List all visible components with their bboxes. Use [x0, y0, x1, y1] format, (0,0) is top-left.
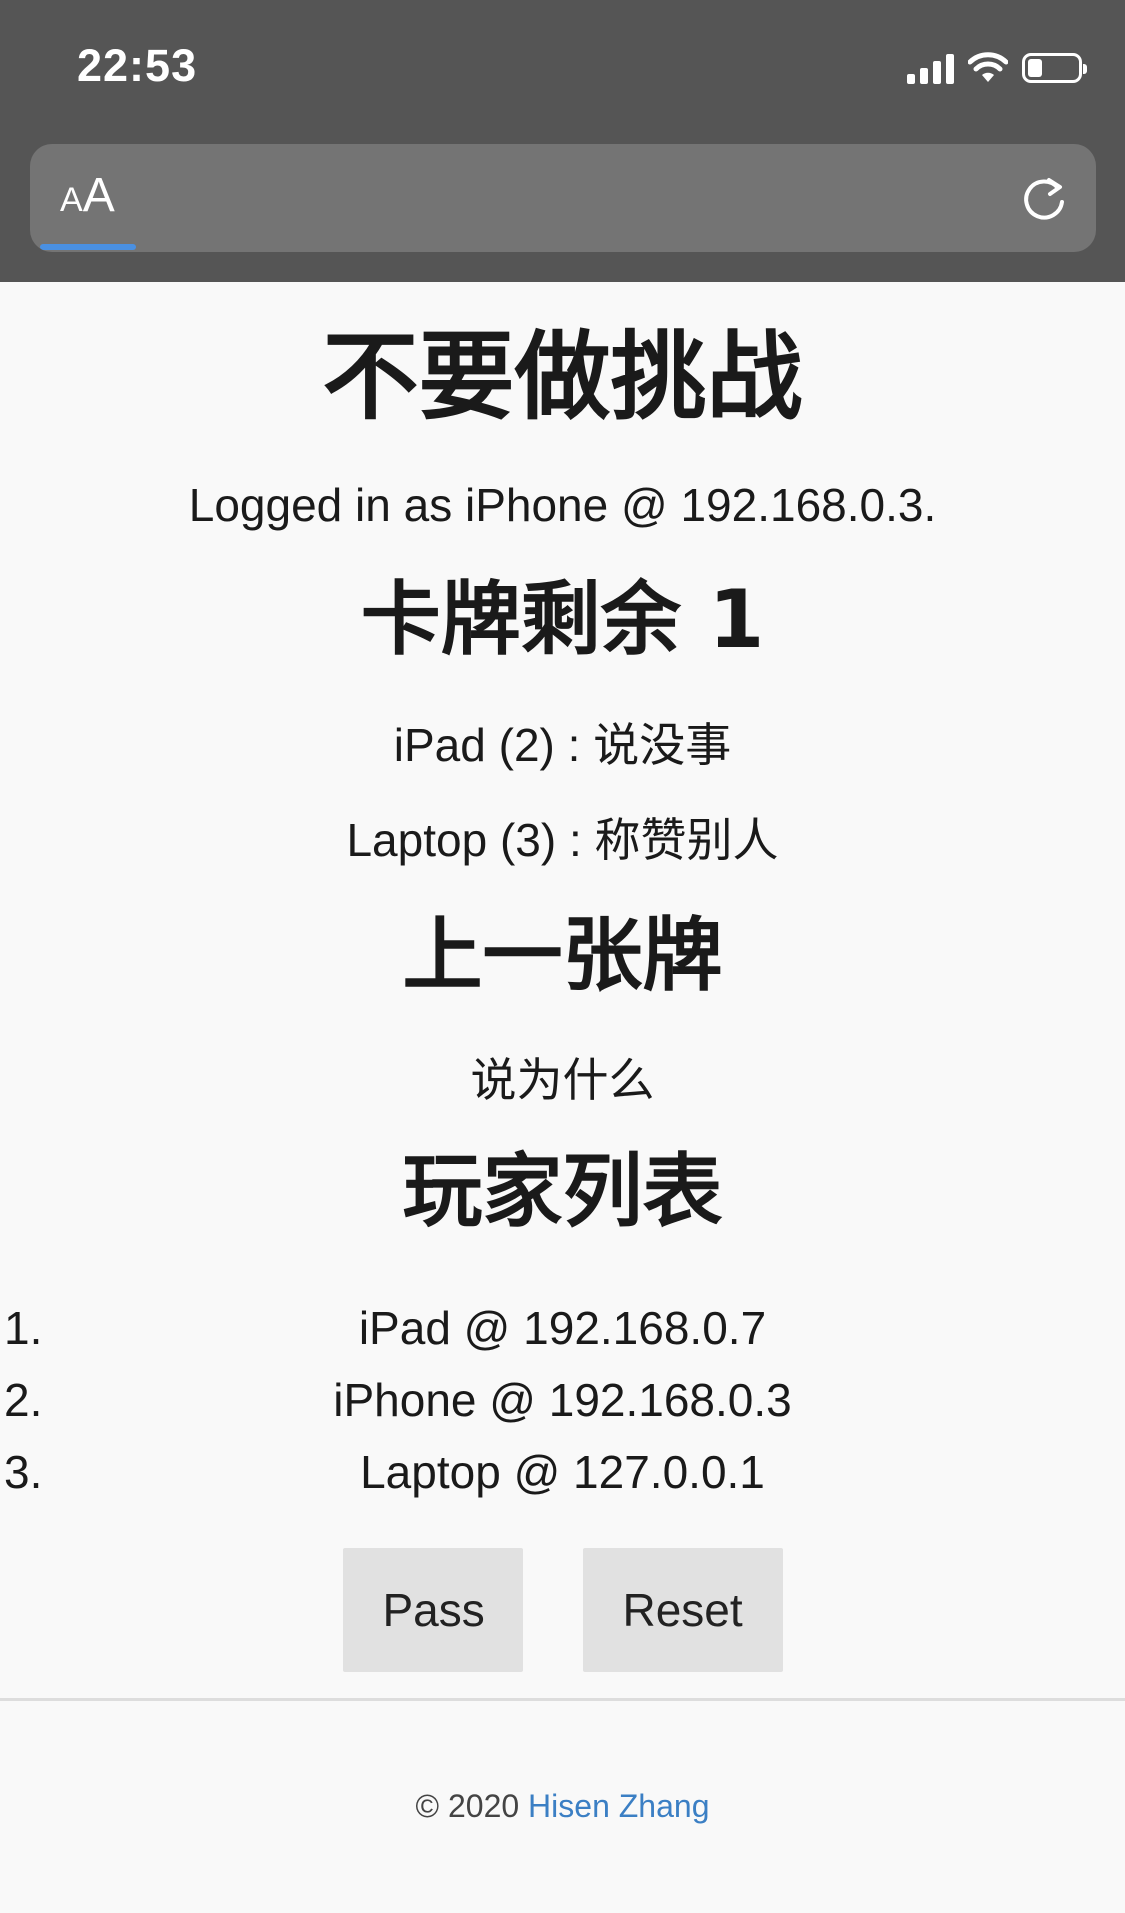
cards-remaining-heading: 卡牌剩余 1	[360, 573, 765, 666]
footer-divider	[0, 1698, 1125, 1701]
player-label: iPhone @ 192.168.0.3	[333, 1374, 792, 1426]
address-bar[interactable]: AA	[30, 144, 1096, 252]
list-number: 2.	[4, 1374, 43, 1426]
list-item: 3. Laptop @ 127.0.0.1	[0, 1436, 1125, 1508]
last-card-text: 说为什么	[470, 1054, 655, 1106]
action-buttons: Pass Reset	[0, 1548, 1125, 1672]
player-list: 1. iPad @ 192.168.0.7 2. iPhone @ 192.16…	[0, 1292, 1125, 1508]
page-load-progress	[40, 244, 136, 250]
author-link[interactable]: Hisen Zhang	[528, 1788, 709, 1824]
list-number: 3.	[4, 1446, 43, 1498]
last-card-heading: 上一张牌	[402, 909, 723, 1002]
player-label: iPad @ 192.168.0.7	[358, 1302, 767, 1354]
cellular-signal-icon	[907, 52, 954, 84]
list-item: 1. iPad @ 192.168.0.7	[0, 1292, 1125, 1364]
reset-button[interactable]: Reset	[582, 1548, 783, 1672]
logged-in-status: Logged in as iPhone @ 192.168.0.3.	[188, 479, 937, 531]
player-card-ipad: iPad (2) : 说没事	[393, 719, 732, 771]
reload-icon[interactable]	[1018, 172, 1070, 224]
footer: © 2020 Hisen Zhang	[0, 1788, 1125, 1825]
player-label: Laptop @ 127.0.0.1	[360, 1446, 765, 1498]
wifi-icon	[968, 52, 1008, 82]
player-card-laptop: Laptop (3) : 称赞别人	[346, 814, 779, 866]
list-number: 1.	[4, 1302, 43, 1354]
pass-button[interactable]: Pass	[342, 1548, 523, 1672]
page-title: 不要做挑战	[322, 321, 803, 433]
status-time: 22:53	[77, 40, 198, 91]
battery-icon	[1022, 53, 1087, 83]
player-list-heading: 玩家列表	[402, 1145, 723, 1238]
browser-chrome: 22:53 AA	[0, 0, 1125, 282]
copyright-text: © 2020	[415, 1788, 520, 1824]
list-item: 2. iPhone @ 192.168.0.3	[0, 1364, 1125, 1436]
status-icons	[907, 48, 1087, 88]
text-size-button[interactable]: AA	[60, 172, 115, 224]
